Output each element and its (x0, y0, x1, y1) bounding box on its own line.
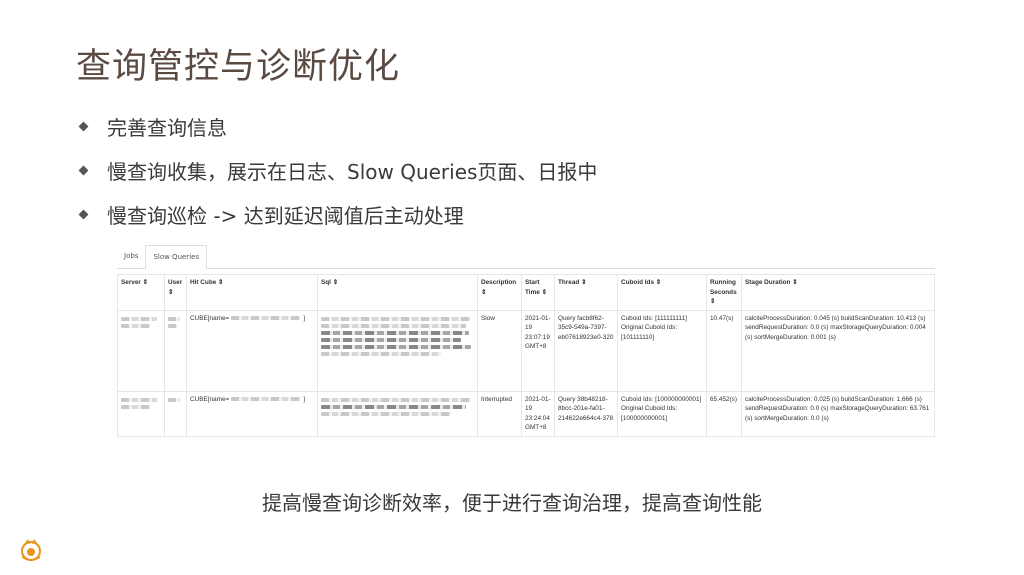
redacted-text (121, 316, 157, 321)
column-header-running-seconds[interactable]: Running Seconds ⇕ (706, 274, 742, 311)
column-header-thread[interactable]: Thread ⇕ (554, 274, 618, 311)
hit-cube-cell: CUBE[name=] (186, 309, 318, 392)
hit-cube-text: CUBE[name= (190, 395, 230, 403)
bullet-text: 完善查询信息 (107, 115, 227, 140)
tab-jobs[interactable]: Jobs (117, 245, 145, 268)
diamond-bullet-icon (78, 165, 89, 175)
cuboid-ids-cell: Cuboid Ids: [100000000001] Original Cubo… (617, 390, 707, 437)
thread-cell: Query facb8f62-35c9-549a-7397-eb07618923… (554, 309, 618, 392)
sql-cell-redacted (317, 309, 478, 392)
sql-cell-redacted (317, 390, 478, 437)
bullet-item: 慢查询收集，展示在日志、Slow Queries页面、日报中 (78, 148, 597, 192)
redacted-text (231, 315, 302, 320)
start-time-cell: 2021-01-19 23:24:04 GMT+8 (521, 390, 555, 437)
bullet-text: 慢查询收集，展示在日志、Slow Queries页面、日报中 (107, 159, 598, 184)
slow-queries-table: Server ⇕ User ⇕ Hit Cube ⇕ Sql ⇕ Descrip… (117, 274, 935, 437)
rabbit-logo-icon (21, 539, 41, 561)
diamond-bullet-icon (78, 209, 89, 219)
summary-text: 提高慢查询诊断效率，便于进行查询治理，提高查询性能 (262, 491, 762, 515)
column-header-sql[interactable]: Sql ⇕ (317, 274, 478, 311)
bullet-item: 完善查询信息 (78, 104, 597, 148)
thread-cell: Query 38b48218-8bcc-201e-fa01-214622e664… (554, 390, 618, 437)
column-header-description[interactable]: Description ⇕ (477, 274, 522, 311)
redacted-text (168, 323, 178, 328)
cuboid-ids-cell: Cuboid Ids: [111111111] Original Cuboid … (617, 309, 707, 392)
redacted-text (321, 323, 466, 328)
table-header-row: Server ⇕ User ⇕ Hit Cube ⇕ Sql ⇕ Descrip… (117, 274, 935, 311)
column-header-server[interactable]: Server ⇕ (117, 274, 165, 311)
column-header-hit-cube[interactable]: Hit Cube ⇕ (186, 274, 318, 311)
running-seconds-cell: 65.452(s) (706, 390, 742, 437)
stage-duration-cell: calciteProcessDuration: 0.045 (s) buildS… (741, 309, 935, 392)
slide-title: 查询管控与诊断优化 (76, 47, 401, 87)
tab-slow-queries[interactable]: Slow Queries (145, 245, 208, 269)
redacted-text (321, 316, 471, 321)
user-cell-redacted (164, 390, 187, 437)
description-cell: Interrupted (477, 390, 522, 437)
redacted-text (321, 397, 471, 402)
bullet-text: 慢查询巡检 -> 达到延迟阈值后主动处理 (107, 203, 464, 228)
running-seconds-cell: 10.47(s) (706, 309, 742, 392)
bullet-item: 慢查询巡检 -> 达到延迟阈值后主动处理 (78, 192, 597, 236)
redacted-text (321, 344, 471, 349)
hit-cube-cell: CUBE[name=] (186, 390, 318, 437)
hit-cube-text: CUBE[name= (190, 314, 230, 322)
slow-queries-screenshot: Jobs Slow Queries Server ⇕ User ⇕ Hit Cu… (117, 245, 935, 437)
column-header-start-time[interactable]: Start Time ⇕ (521, 274, 555, 311)
redacted-text (231, 396, 302, 401)
tab-bar: Jobs Slow Queries (117, 245, 935, 269)
hit-cube-text: ] (303, 314, 306, 322)
redacted-text (321, 351, 441, 356)
table-row: CUBE[name=] Interrupted 2021-01-19 23:24… (117, 390, 935, 437)
description-cell: Slow (477, 309, 522, 392)
redacted-text (321, 330, 469, 335)
redacted-text (168, 316, 180, 321)
server-cell-redacted (117, 390, 165, 437)
redacted-text (321, 337, 461, 342)
redacted-text (121, 404, 151, 409)
redacted-text (321, 404, 466, 409)
column-header-user[interactable]: User ⇕ (164, 274, 187, 311)
column-header-cuboid-ids[interactable]: Cuboid Ids ⇕ (617, 274, 707, 311)
redacted-text (321, 411, 451, 416)
hit-cube-text: ] (303, 395, 306, 403)
bullet-list: 完善查询信息 慢查询收集，展示在日志、Slow Queries页面、日报中 慢查… (78, 104, 597, 236)
table-row: CUBE[name=] Slow 2021-01-19 23:07:19 GMT… (117, 309, 935, 392)
redacted-text (168, 397, 180, 402)
stage-duration-cell: calciteProcessDuration: 0.025 (s) buildS… (741, 390, 935, 437)
user-cell-redacted (164, 309, 187, 392)
redacted-text (121, 397, 157, 402)
column-header-stage-duration[interactable]: Stage Duration ⇕ (741, 274, 935, 311)
server-cell-redacted (117, 309, 165, 392)
redacted-text (121, 323, 151, 328)
diamond-bullet-icon (78, 121, 89, 131)
start-time-cell: 2021-01-19 23:07:19 GMT+8 (521, 309, 555, 392)
